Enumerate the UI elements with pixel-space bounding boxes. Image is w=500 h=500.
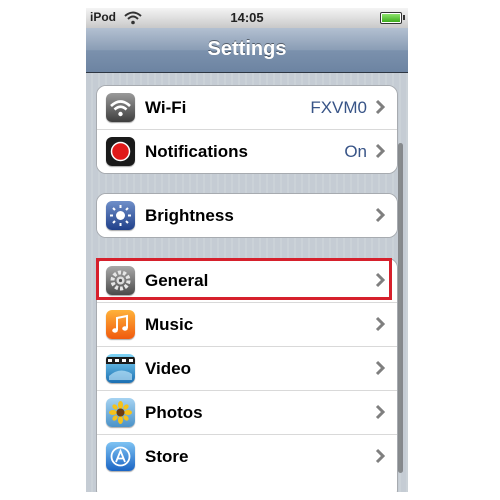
navigation-bar: Settings xyxy=(86,28,408,73)
settings-row-store[interactable]: Store xyxy=(97,435,397,478)
settings-row-notifications[interactable]: Notifications On xyxy=(97,130,397,173)
settings-row-wifi[interactable]: Wi-Fi FXVM0 xyxy=(97,86,397,130)
video-icon xyxy=(106,354,135,383)
status-bar: iPod 14:05 xyxy=(86,8,408,28)
chevron-right-icon xyxy=(375,316,386,332)
notifications-icon xyxy=(106,137,135,166)
wifi-icon xyxy=(106,93,135,122)
chevron-right-icon xyxy=(375,143,386,159)
page-title: Settings xyxy=(207,38,287,60)
gear-icon xyxy=(106,266,135,295)
chevron-right-icon xyxy=(375,272,386,288)
store-icon xyxy=(106,442,135,471)
settings-row-photos[interactable]: Photos xyxy=(97,391,397,435)
settings-row-label: Store xyxy=(145,447,189,466)
settings-row-label: Video xyxy=(145,359,191,378)
settings-row-value: On xyxy=(344,142,367,161)
settings-group-display: Brightness xyxy=(96,193,398,238)
settings-row-value: FXVM0 xyxy=(310,98,367,117)
settings-group-apps: General Music Video Photos Store xyxy=(96,258,398,492)
settings-row-label: Photos xyxy=(145,403,203,422)
settings-row-brightness[interactable]: Brightness xyxy=(97,194,397,237)
settings-row-label: Wi-Fi xyxy=(145,98,187,117)
chevron-right-icon xyxy=(375,99,386,115)
settings-row-label: Music xyxy=(145,315,194,334)
battery-fill xyxy=(382,14,400,22)
settings-row-label: Notifications xyxy=(145,142,248,161)
brightness-icon xyxy=(106,201,135,230)
settings-row-video[interactable]: Video xyxy=(97,347,397,391)
ipod-screen: iPod 14:05 Settings Wi-Fi FXVM0 Notifica… xyxy=(86,8,408,492)
chevron-right-icon xyxy=(375,404,386,420)
battery-icon xyxy=(380,12,405,24)
settings-row-music[interactable]: Music xyxy=(97,303,397,347)
status-time: 14:05 xyxy=(230,10,264,25)
music-icon xyxy=(106,310,135,339)
scrollbar[interactable] xyxy=(398,143,403,473)
settings-table[interactable]: Wi-Fi FXVM0 Notifications On Brightness … xyxy=(86,73,408,492)
chevron-right-icon xyxy=(375,448,386,464)
settings-row-label: General xyxy=(145,271,209,290)
chevron-right-icon xyxy=(375,207,386,223)
chevron-right-icon xyxy=(375,360,386,376)
settings-row-general[interactable]: General xyxy=(97,259,397,303)
settings-group-network: Wi-Fi FXVM0 Notifications On xyxy=(96,85,398,174)
photos-icon xyxy=(106,398,135,427)
settings-row-label: Brightness xyxy=(145,206,234,225)
